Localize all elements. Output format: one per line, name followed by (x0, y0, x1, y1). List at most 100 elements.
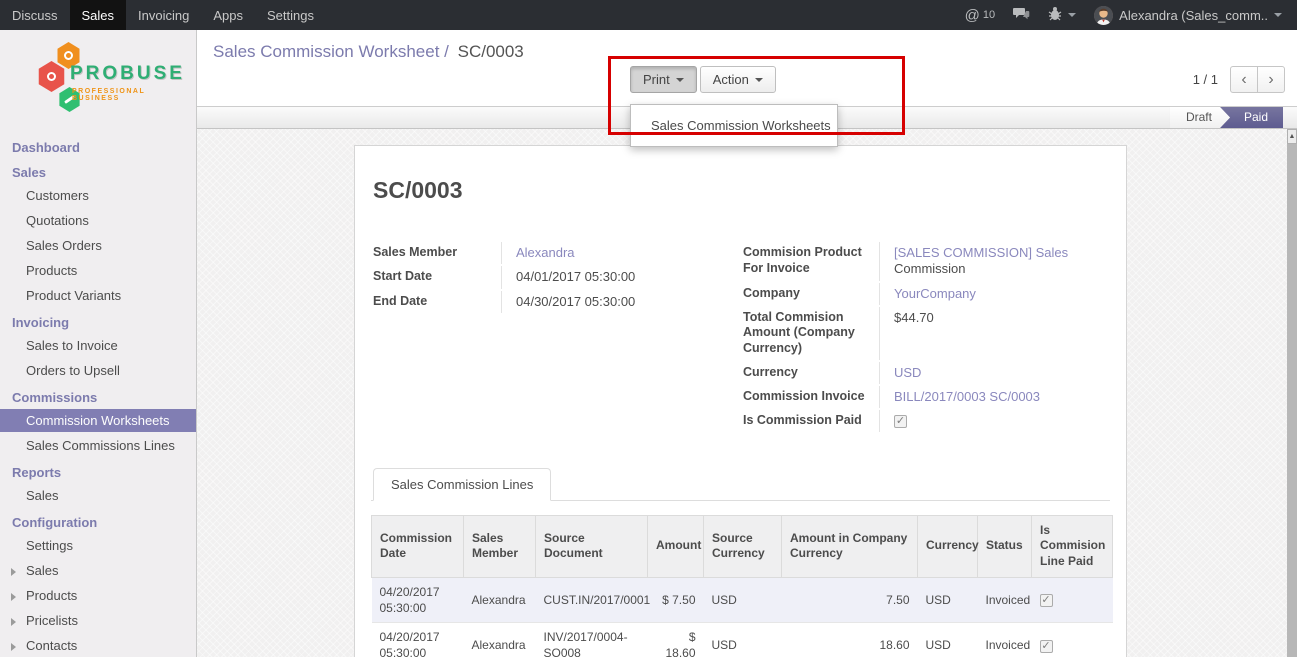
is-commission-paid-checkbox[interactable]: ✓ (894, 415, 907, 428)
table-row[interactable]: 04/20/201705:30:00AlexandraINV/2017/0004… (372, 622, 1113, 657)
activities-count: 10 (983, 9, 995, 21)
sidebar-item-orders-to-upsell[interactable]: Orders to Upsell (0, 359, 196, 382)
sidebar-item-sales-commissions-lines[interactable]: Sales Commissions Lines (0, 434, 196, 457)
control-panel: Sales Commission Worksheet / SC/0003 Pri… (197, 30, 1297, 106)
field-label-currency: Currency (741, 362, 879, 384)
field-value-text: 04/30/2017 05:30:00 (516, 294, 635, 309)
field-value-text[interactable]: YourCompany (894, 286, 976, 301)
record-title: SC/0003 (373, 177, 1110, 204)
commission-lines-table: Commission DateSales MemberSource Docume… (371, 515, 1113, 657)
sidebar-item-sales[interactable]: Sales (0, 559, 196, 582)
tab-sales-commission-lines[interactable]: Sales Commission Lines (373, 468, 551, 501)
sidebar-item-label: Sales Commissions Lines (26, 438, 175, 453)
sidebar-item-commission-worksheets[interactable]: Commission Worksheets (0, 409, 196, 432)
breadcrumb-parent[interactable]: Sales Commission Worksheet / (213, 42, 449, 61)
cell-source-currency: USD (704, 622, 782, 657)
topbar-menu-invoicing[interactable]: Invoicing (126, 0, 201, 30)
sidebar-item-sales[interactable]: Sales (0, 484, 196, 507)
sidebar-item-label: Quotations (26, 213, 89, 228)
pager-next-button[interactable]: › (1257, 66, 1285, 93)
debug-button[interactable] (1039, 0, 1085, 30)
sidebar-item-label: Sales to Invoice (26, 338, 118, 353)
form-group-right: Commision Product For Invoice[SALES COMM… (741, 242, 1131, 434)
field-value-text: 04/01/2017 05:30:00 (516, 269, 635, 284)
field-value-commission-invoice: BILL/2017/0003 SC/0003 (879, 386, 1131, 408)
column-header-amount-in-company-currency[interactable]: Amount in Company Currency (782, 515, 918, 577)
column-header-source-document[interactable]: Source Document (536, 515, 648, 577)
topbar-menu-discuss[interactable]: Discuss (0, 0, 70, 30)
pager-prev-button[interactable]: ‹ (1230, 66, 1258, 93)
topbar-menu-apps[interactable]: Apps (201, 0, 255, 30)
field-value-link[interactable]: [SALES COMMISSION] Sales (894, 245, 1068, 260)
avatar (1094, 6, 1113, 25)
column-header-status[interactable]: Status (978, 515, 1032, 577)
vertical-scrollbar[interactable]: ▲ (1287, 129, 1297, 657)
action-button-label: Action (713, 72, 749, 87)
control-panel-buttons: Print Action Sales Commission Worksheets (630, 66, 776, 93)
expand-arrow-icon (11, 643, 16, 651)
field-label-total-commision-amount-company-currency: Total Commision Amount (Company Currency… (741, 307, 879, 360)
action-button[interactable]: Action (700, 66, 776, 93)
sidebar-item-pricelists[interactable]: Pricelists (0, 609, 196, 632)
field-label-start-date: Start Date (371, 266, 501, 288)
form-sheet: SC/0003 Sales Member Alexandra Start Date 0… (354, 145, 1127, 657)
topbar-systray: @ 10 Alexandra (Sales_comm.. (956, 0, 1297, 30)
sidebar-item-products[interactable]: Products (0, 259, 196, 282)
field-value-text[interactable]: Alexandra (516, 245, 575, 260)
sidebar-section-reports[interactable]: Reports (0, 463, 196, 482)
content-area: SC/0003 Sales Member Alexandra Start Date 0… (197, 129, 1297, 657)
cell-currency: USD (918, 622, 978, 657)
sidebar-item-products[interactable]: Products (0, 584, 196, 607)
column-header-commission-date[interactable]: Commission Date (372, 515, 464, 577)
form-fields: Sales MemberAlexandraStart Date04/01/201… (371, 242, 1110, 434)
user-menu[interactable]: Alexandra (Sales_comm.. (1085, 0, 1291, 30)
sidebar-section-sales[interactable]: Sales (0, 163, 196, 182)
sidebar-section-commissions[interactable]: Commissions (0, 388, 196, 407)
field-value-end-date: 04/30/2017 05:30:00 (501, 291, 729, 313)
status-draft[interactable]: Draft (1170, 107, 1230, 128)
sidebar-item-settings[interactable]: Settings (0, 534, 196, 557)
column-header-is-commision-line-paid[interactable]: Is Commision Line Paid (1032, 515, 1113, 577)
commission-date-time: 05:30:00 (380, 600, 456, 616)
topbar-menu-settings[interactable]: Settings (255, 0, 326, 30)
sidebar-item-contacts[interactable]: Contacts (0, 634, 196, 657)
logo-subtitle: PROFESSIONAL BUSINESS (72, 88, 188, 102)
sidebar-item-sales-to-invoice[interactable]: Sales to Invoice (0, 334, 196, 357)
sidebar-item-label: Orders to Upsell (26, 363, 120, 378)
topbar-menu-sales[interactable]: Sales (70, 0, 127, 30)
column-header-sales-member[interactable]: Sales Member (464, 515, 536, 577)
messages-button[interactable] (1004, 0, 1039, 30)
column-header-currency[interactable]: Currency (918, 515, 978, 577)
line-paid-checkbox[interactable]: ✓ (1040, 640, 1053, 653)
sidebar-item-label: Settings (26, 538, 73, 553)
menu-item-sales-commission-worksheets[interactable]: Sales Commission Worksheets (631, 112, 837, 139)
field-value-text: Commission (894, 261, 966, 276)
sidebar-item-quotations[interactable]: Quotations (0, 209, 196, 232)
scroll-up-button[interactable]: ▲ (1287, 129, 1297, 144)
sidebar-item-product-variants[interactable]: Product Variants (0, 284, 196, 307)
sidebar-section-dashboard[interactable]: Dashboard (0, 138, 196, 157)
sidebar-section-invoicing[interactable]: Invoicing (0, 313, 196, 332)
sidebar-item-customers[interactable]: Customers (0, 184, 196, 207)
column-header-amount[interactable]: Amount (648, 515, 704, 577)
line-paid-checkbox[interactable]: ✓ (1040, 594, 1053, 607)
table-row[interactable]: 04/20/201705:30:00AlexandraCUST.IN/2017/… (372, 577, 1113, 622)
sidebar-item-label: Sales (26, 488, 59, 503)
user-name: Alexandra (Sales_comm.. (1119, 8, 1268, 23)
sidebar-section-configuration[interactable]: Configuration (0, 513, 196, 532)
sidebar-item-label: Products (26, 588, 77, 603)
field-value-text[interactable]: BILL/2017/0003 SC/0003 (894, 389, 1040, 404)
expand-arrow-icon (11, 618, 16, 626)
activities-button[interactable]: @ 10 (956, 0, 1004, 30)
pager: 1 / 1 ‹ › (1193, 66, 1285, 93)
field-label-commission-invoice: Commission Invoice (741, 386, 879, 408)
sidebar-item-sales-orders[interactable]: Sales Orders (0, 234, 196, 257)
caret-down-icon (1068, 13, 1076, 17)
activities-icon: @ (965, 7, 980, 24)
column-header-source-currency[interactable]: Source Currency (704, 515, 782, 577)
cell-is-commission-line-paid: ✓ (1032, 622, 1113, 657)
print-button[interactable]: Print (630, 66, 697, 93)
topbar: DiscussSalesInvoicingAppsSettings @ 10 (0, 0, 1297, 30)
field-value-text[interactable]: USD (894, 365, 921, 380)
field-value-total-commision-amount-company-currency: $44.70 (879, 307, 1131, 360)
